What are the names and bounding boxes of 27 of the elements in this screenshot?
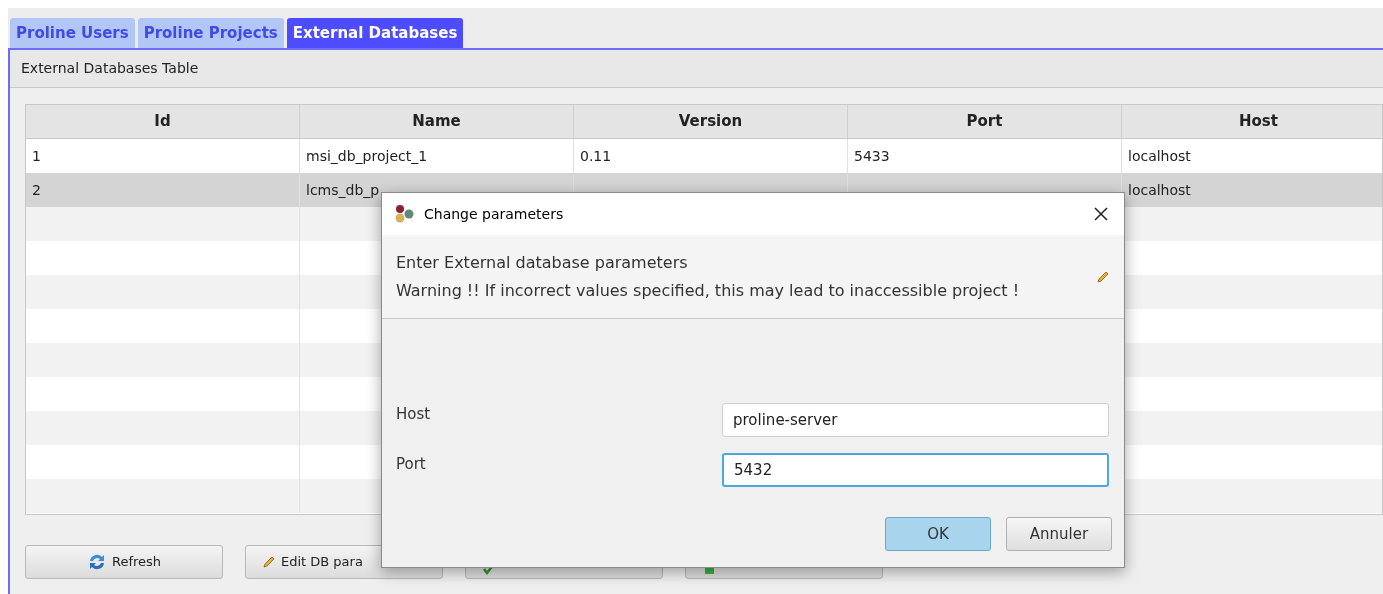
field-label: Port — [396, 454, 427, 475]
table-cell-text: 2 — [32, 180, 41, 200]
text-field[interactable]: proline-server — [722, 403, 1109, 437]
dialog-title: Change parameters — [424, 204, 565, 224]
column-header[interactable]: Host — [1122, 105, 1382, 138]
column-header[interactable]: Name — [300, 105, 574, 138]
table-cell-text: localhost — [1128, 180, 1191, 200]
dialog-button[interactable]: Annuler — [1006, 517, 1112, 551]
panel-header: External Databases Table — [10, 50, 1383, 88]
table-cell-text: 5433 — [854, 146, 890, 166]
column-header[interactable]: Version — [574, 105, 848, 138]
field-label: Host — [396, 404, 432, 425]
tab[interactable]: Proline Projects — [137, 18, 284, 48]
column-header[interactable]: Id — [26, 105, 300, 138]
dialog-heading: Enter External database parameters — [396, 251, 689, 274]
table-cell-text: 1 — [32, 146, 41, 166]
warning-text: Warning !! If incorrect values specified, this may lead to inaccessible project ! — [396, 279, 1021, 302]
toolbar-button[interactable]: Refresh — [25, 545, 223, 579]
table-cell-text: 0.11 — [580, 146, 612, 166]
dialog-button[interactable]: OK — [885, 517, 991, 551]
table-cell-text: lcms_db_p — [306, 180, 380, 200]
table-cell-text: localhost — [1128, 146, 1191, 166]
tab[interactable]: Proline Users — [10, 18, 135, 48]
column-header[interactable]: Port — [848, 105, 1122, 138]
tab[interactable]: External Databases — [286, 18, 464, 48]
table-cell-text: msi_db_project_1 — [306, 146, 428, 166]
text-field[interactable]: 5432 — [722, 453, 1109, 487]
